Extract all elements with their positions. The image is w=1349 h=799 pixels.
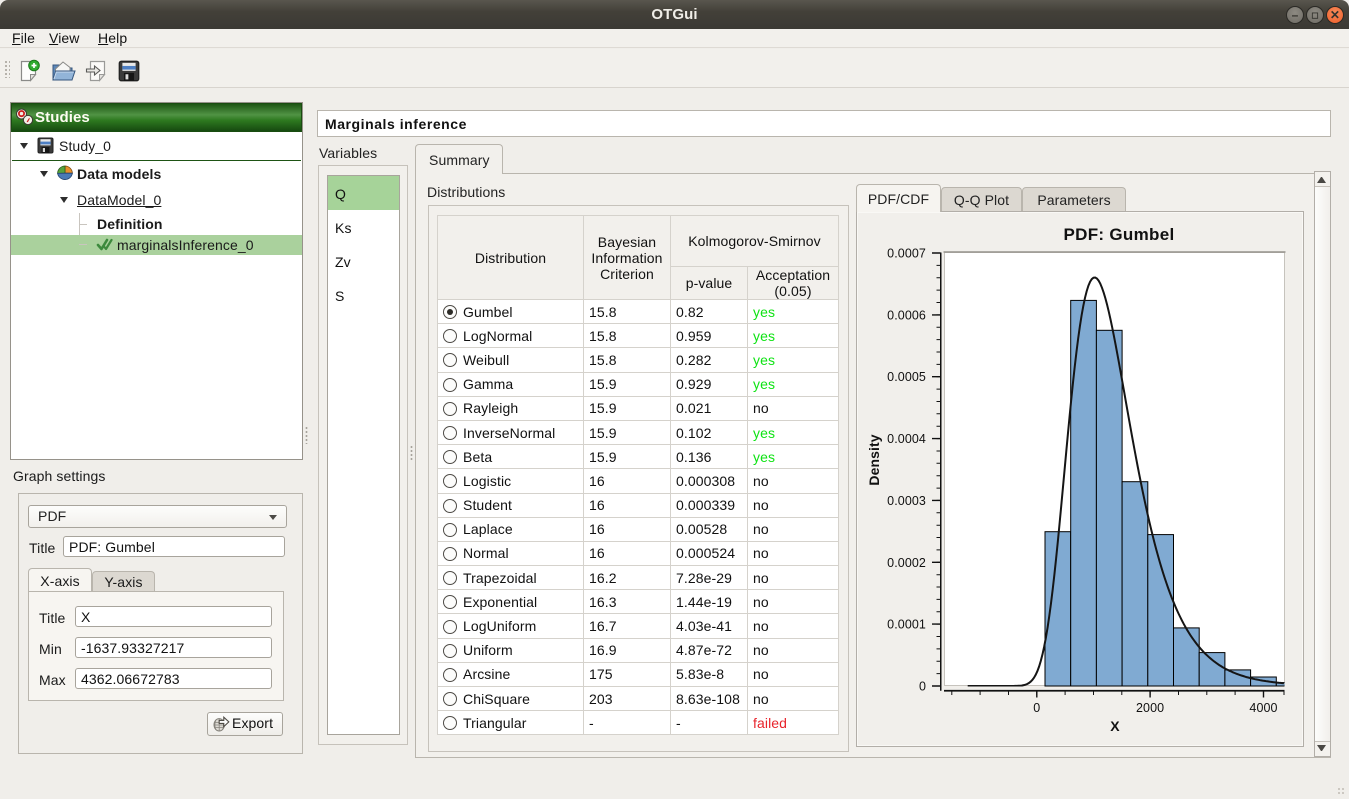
svg-text:0: 0 (1033, 701, 1040, 715)
svg-text:0.0006: 0.0006 (887, 308, 926, 322)
svg-text:0.0003: 0.0003 (887, 494, 926, 508)
svg-text:2000: 2000 (1136, 701, 1164, 715)
svg-text:4000: 4000 (1249, 701, 1277, 715)
svg-text:0.0001: 0.0001 (887, 618, 926, 632)
svg-text:0.0004: 0.0004 (887, 432, 926, 446)
svg-text:X: X (1110, 718, 1120, 734)
svg-text:0.0007: 0.0007 (887, 247, 926, 261)
svg-text:PDF: Gumbel: PDF: Gumbel (1064, 225, 1175, 244)
svg-text:0: 0 (919, 680, 926, 694)
svg-text:0.0002: 0.0002 (887, 556, 926, 570)
svg-text:0.0005: 0.0005 (887, 370, 926, 384)
svg-text:Density: Density (866, 434, 882, 485)
